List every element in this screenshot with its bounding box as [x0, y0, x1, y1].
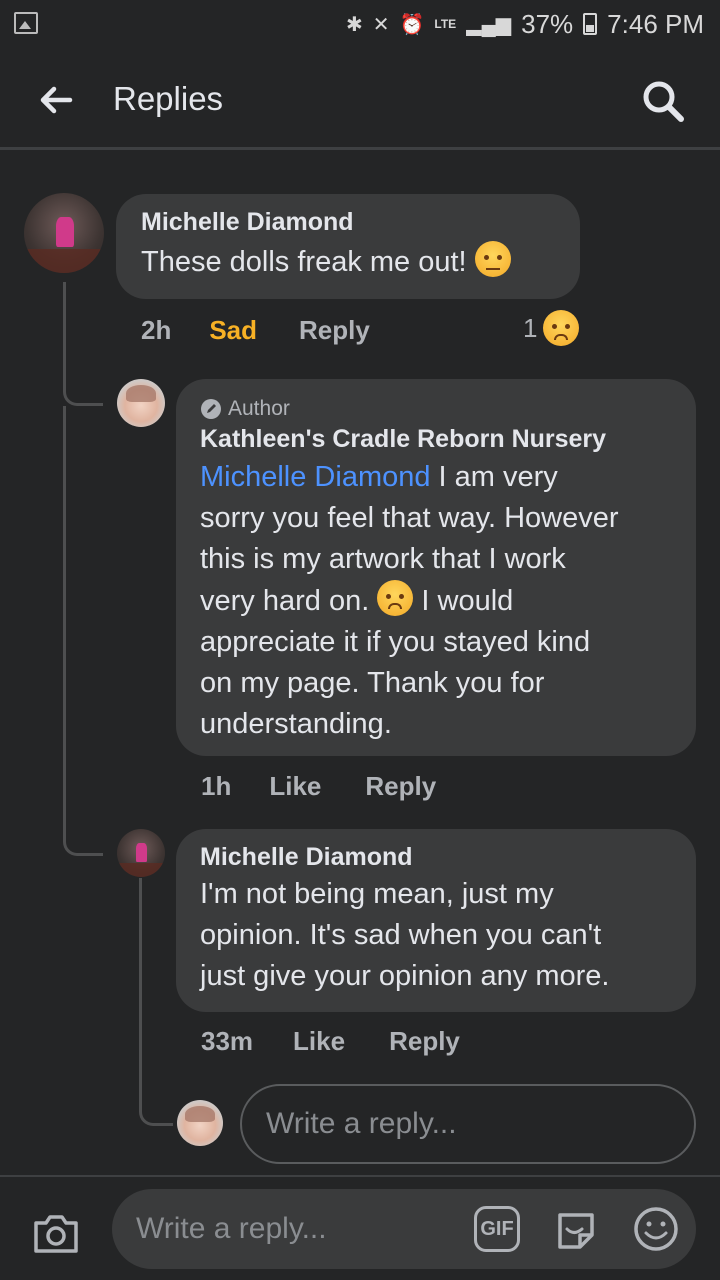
reply-button[interactable]: Reply [299, 315, 370, 346]
like-button[interactable]: Like [269, 771, 321, 802]
thread-line [63, 282, 66, 382]
clock: 7:46 PM [607, 8, 704, 39]
comment-line: this is my artwork that I work [200, 543, 566, 575]
author-badge: Author [200, 397, 696, 421]
comment-bubble[interactable]: Michelle Diamond I'm not being mean, jus… [176, 829, 696, 1012]
reaction-summary[interactable]: 1 [523, 310, 580, 346]
composer-bar: Write a reply... GIF [0, 1175, 720, 1280]
gallery-notification-icon [14, 12, 38, 34]
comment-author[interactable]: Kathleen's Cradle Reborn Nursery [200, 425, 696, 454]
avatar[interactable] [117, 379, 165, 427]
status-icons: ✱ ✕ ⏰ LTE ▂▄▆ 37% 7:46 PM [346, 8, 704, 40]
pencil-badge-icon [201, 399, 221, 419]
thread-connector [63, 370, 103, 406]
comment-author[interactable]: Michelle Diamond [200, 843, 696, 872]
comment-bubble[interactable]: Author Kathleen's Cradle Reborn Nursery … [176, 379, 696, 756]
sad-reaction-button[interactable]: Sad [209, 315, 257, 346]
mention-link[interactable]: Michelle Diamond [200, 461, 431, 493]
like-button[interactable]: Like [293, 1026, 345, 1057]
comment-time: 1h [201, 770, 232, 801]
sticker-icon[interactable] [552, 1205, 600, 1253]
alarm-icon: ⏰ [399, 13, 425, 36]
crying-face-icon [543, 310, 580, 346]
comment-line: understanding. [200, 708, 392, 740]
status-bar: ✱ ✕ ⏰ LTE ▂▄▆ 37% 7:46 PM [0, 0, 720, 50]
battery-percent: 37% [521, 8, 574, 39]
comment-author[interactable]: Michelle Diamond [141, 208, 580, 237]
signal-icon: ▂▄▆ [466, 13, 512, 36]
reply-button[interactable]: Reply [389, 1026, 460, 1057]
reply-input-placeholder: Write a reply... [136, 1212, 327, 1245]
comment-line: sorry you feel that way. However [200, 502, 619, 534]
author-badge-label: Author [228, 397, 290, 420]
comment-time: 33m [201, 1025, 254, 1056]
back-arrow-icon[interactable] [36, 80, 76, 120]
reaction-count: 1 [523, 312, 538, 343]
bluetooth-icon: ✱ [345, 13, 363, 36]
comment-actions: 33m Like Reply [201, 1023, 460, 1059]
comment-line: just give your opinion any more. [200, 960, 610, 992]
network-type: LTE [434, 17, 457, 31]
comment-time: 2h [141, 314, 172, 345]
comment-actions: 2h Sad Reply [141, 312, 370, 348]
thread-reply-placeholder: Write a reply... [266, 1107, 457, 1140]
mute-icon: ✕ [372, 13, 390, 36]
avatar [177, 1100, 223, 1146]
comment-bubble[interactable]: Michelle Diamond These dolls freak me ou… [116, 194, 580, 299]
emoji-picker-icon[interactable] [632, 1205, 680, 1253]
comment-line: appreciate it if you stayed kind [200, 626, 591, 658]
search-icon[interactable] [640, 78, 686, 124]
comment-text: These dolls freak me out! [141, 241, 580, 283]
comment-text: I'm not being mean, just my opinion. It'… [200, 874, 696, 997]
comment-line: I'm not being mean, just my [200, 878, 554, 910]
comment-line: very hard on. I would [200, 580, 696, 622]
camera-icon[interactable] [32, 1211, 80, 1255]
avatar[interactable] [117, 829, 165, 877]
comment-text-body: These dolls freak me out! [141, 246, 475, 278]
reply-button[interactable]: Reply [365, 771, 436, 802]
battery-icon [583, 13, 598, 35]
thread-reply-input[interactable]: Write a reply... [240, 1084, 696, 1164]
reply-input[interactable]: Write a reply... GIF [112, 1189, 696, 1269]
thread-line [63, 406, 66, 836]
gif-icon[interactable]: GIF [474, 1206, 520, 1252]
comment-line: Michelle Diamond I am very [200, 461, 558, 493]
app-header: Replies [0, 50, 720, 150]
frowning-face-icon [377, 580, 414, 616]
comment-text: Michelle Diamond I am very sorry you fee… [200, 457, 696, 745]
comment-line: on my page. Thank you for [200, 667, 545, 699]
avatar[interactable] [24, 193, 104, 273]
unamused-face-icon [474, 241, 511, 277]
thread-connector [63, 820, 103, 856]
comment-line: opinion. It's sad when you can't [200, 919, 602, 951]
thread-connector [139, 878, 173, 1126]
comment-actions: 1h Like Reply [201, 768, 436, 804]
page-title: Replies [113, 80, 224, 117]
